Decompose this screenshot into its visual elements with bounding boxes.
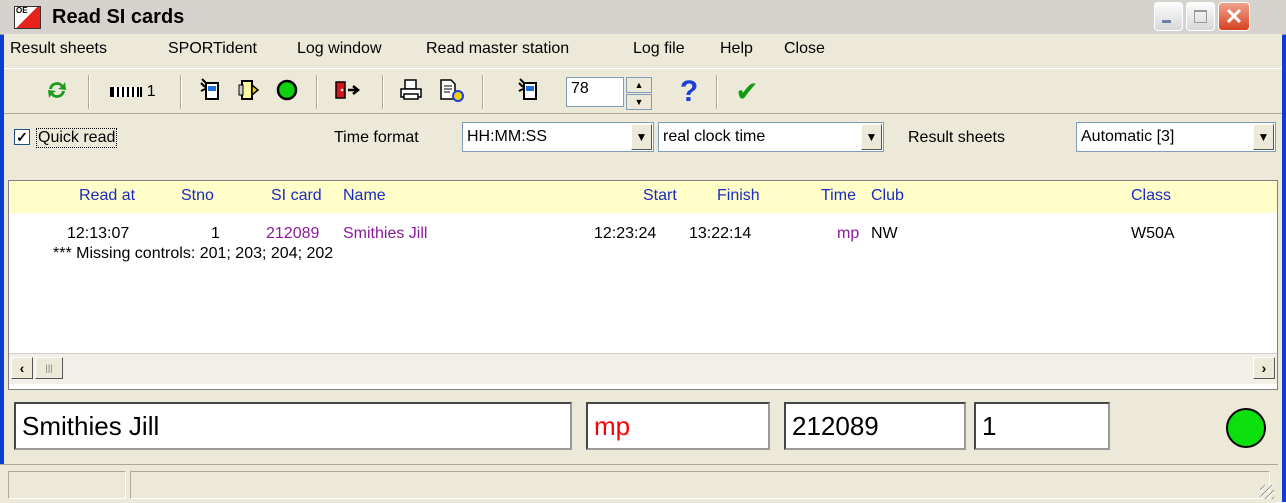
clock-mode-select[interactable]: real clock time ▼ [658, 122, 884, 152]
menu-close[interactable]: Close [784, 40, 825, 58]
help-button[interactable]: ? [674, 77, 704, 107]
refresh-icon [48, 82, 66, 98]
chevron-down-icon[interactable]: ▼ [631, 124, 652, 150]
col-start[interactable]: Start [643, 187, 677, 205]
refresh-button[interactable] [42, 77, 72, 107]
help-icon: ? [679, 75, 699, 108]
maximize-button[interactable] [1186, 2, 1215, 31]
close-icon: ✕ [1224, 4, 1244, 29]
station-number-input[interactable]: 78 [566, 77, 624, 107]
toolbar: 1 78 ▲ ▼ ? ✔ [4, 68, 1282, 114]
cell-stno: 1 [211, 225, 220, 242]
cell-time: mp [837, 225, 860, 242]
result-sheets-select[interactable]: Automatic [3] ▼ [1076, 122, 1276, 152]
menu-help[interactable]: Help [720, 40, 753, 58]
menu-log-file[interactable]: Log file [633, 40, 685, 58]
menu-sportident[interactable]: SPORTident [168, 40, 257, 58]
clock-mode-value: real clock time [663, 128, 766, 145]
menu-bar: Result sheets SPORTident Log window Read… [4, 34, 1282, 66]
antenna-icon [518, 78, 537, 100]
horizontal-scrollbar[interactable]: ‹ ||| › [9, 353, 1277, 384]
menu-result-sheets[interactable]: Result sheets [10, 40, 107, 58]
exit-door-icon [335, 81, 361, 99]
col-read-at[interactable]: Read at [79, 187, 135, 205]
result-sheets-label: Result sheets [908, 129, 1005, 146]
result-sheets-value: Automatic [3] [1081, 128, 1175, 145]
app-window: OE Read SI cards ✕ Result sheets SPORTid… [0, 0, 1286, 503]
col-stno[interactable]: Stno [181, 187, 214, 205]
title-bar[interactable]: OE Read SI cards ✕ [0, 0, 1286, 35]
cell-si-card: 212089 [266, 225, 320, 242]
menu-log-window[interactable]: Log window [297, 40, 382, 58]
antenna-icon [200, 78, 219, 100]
cell-class: W50A [1131, 225, 1175, 242]
status-bar [0, 464, 1278, 503]
status-field: mp [586, 402, 770, 450]
quick-read-label[interactable]: Quick read [36, 128, 118, 148]
missing-controls-note: *** Missing controls: 201; 203; 204; 202 [53, 245, 334, 262]
col-finish[interactable]: Finish [717, 187, 760, 205]
card-read-button[interactable] [234, 77, 264, 107]
ok-button[interactable]: ✔ [732, 77, 762, 107]
list-header: Read at Stno SI card Name Start Finish T… [9, 181, 1277, 213]
status-pane-main [130, 471, 1270, 499]
chevron-down-icon[interactable]: ▼ [1253, 124, 1274, 150]
station-settings-button[interactable] [514, 77, 544, 107]
time-format-value: HH:MM:SS [467, 128, 547, 145]
logo-text: OE [16, 6, 28, 15]
status-pane-left [8, 471, 126, 499]
col-si-card[interactable]: SI card [271, 187, 322, 205]
scroll-right-icon[interactable]: › [1253, 357, 1275, 379]
cell-start: 12:23:24 [594, 225, 657, 242]
minimize-button[interactable] [1154, 2, 1183, 31]
toolbar-separator [716, 75, 718, 109]
toolbar-separator [316, 75, 318, 109]
toolbar-separator [180, 75, 182, 109]
exit-button[interactable] [330, 77, 364, 107]
window-title: Read SI cards [52, 6, 185, 28]
checkmark-icon: ✔ [735, 76, 759, 107]
toolbar-separator [382, 75, 384, 109]
col-name[interactable]: Name [343, 187, 386, 205]
si-settings-button[interactable] [196, 77, 226, 107]
green-circle-icon [276, 79, 298, 101]
station-label: 1 [146, 83, 156, 100]
document-icon [440, 79, 464, 102]
cell-club: NW [871, 225, 898, 242]
start-number-field: 1 [974, 402, 1110, 450]
menu-read-master-station[interactable]: Read master station [426, 40, 569, 58]
scroll-thumb[interactable]: ||| [35, 357, 63, 379]
si-card-field: 212089 [784, 402, 966, 450]
time-format-label: Time format [334, 129, 419, 146]
options-bar: ✓ Quick read Time format HH:MM:SS ▼ real… [4, 116, 1282, 160]
close-window-button[interactable]: ✕ [1218, 2, 1250, 31]
chevron-down-icon[interactable]: ▼ [861, 124, 882, 150]
print-preview-button[interactable] [434, 77, 468, 107]
toolbar-separator [88, 75, 90, 109]
print-button[interactable] [396, 77, 426, 107]
spin-down-icon[interactable]: ▼ [626, 94, 652, 110]
start-button[interactable] [272, 77, 302, 107]
col-club[interactable]: Club [871, 187, 904, 205]
printer-icon [400, 79, 422, 100]
quick-read-checkbox[interactable]: ✓ [14, 129, 30, 145]
oe-logo-icon: OE [14, 6, 41, 29]
cell-name: Smithies Jill [343, 225, 428, 242]
runner-name-field: Smithies Jill [14, 402, 572, 450]
toolbar-separator [482, 75, 484, 109]
results-list[interactable]: Read at Stno SI card Name Start Finish T… [8, 180, 1278, 390]
col-class[interactable]: Class [1131, 187, 1171, 205]
station-button[interactable]: 1 [100, 77, 166, 107]
cell-read-at: 12:13:07 [67, 225, 130, 242]
spin-up-icon[interactable]: ▲ [626, 77, 652, 93]
card-reader-icon [238, 80, 260, 100]
resize-grip-icon[interactable] [1260, 485, 1274, 499]
scroll-left-icon[interactable]: ‹ [11, 357, 33, 379]
cell-finish: 13:22:14 [689, 225, 752, 242]
station-number-stepper[interactable]: ▲ ▼ [626, 77, 652, 110]
station-icon [110, 86, 143, 97]
status-led-icon [1226, 408, 1266, 448]
time-format-select[interactable]: HH:MM:SS ▼ [462, 122, 654, 152]
col-time[interactable]: Time [821, 187, 856, 205]
